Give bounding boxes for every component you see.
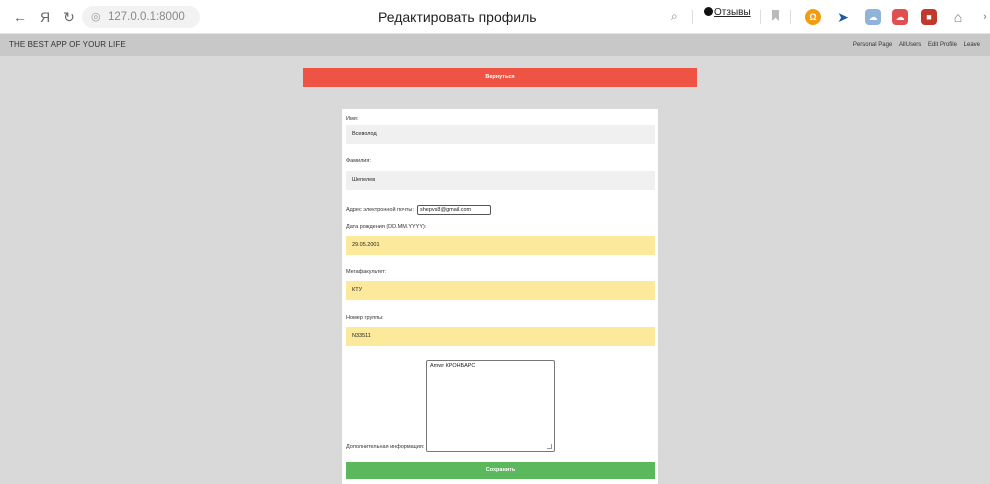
browser-toolbar: ← Я ↻ ◎ 127.0.0.1:8000 Редактировать про…: [0, 0, 990, 34]
extension-cloud-red-icon[interactable]: ☁: [892, 9, 908, 25]
additional-info-label: Дополнительная информация:: [346, 444, 425, 450]
bookmark-icon[interactable]: [772, 10, 779, 21]
url-text: 127.0.0.1:8000: [108, 11, 185, 23]
top-nav: Personal Page AllUsers Edit Profile Leav…: [848, 42, 980, 48]
brand-logo: THE BEST APP OF YOUR LIFE: [9, 40, 126, 49]
reload-icon[interactable]: ↻: [60, 8, 78, 26]
extension-orange-icon[interactable]: Ω: [805, 9, 821, 25]
back-arrow-icon[interactable]: ←: [11, 8, 29, 26]
divider: [692, 10, 693, 24]
site-info-icon[interactable]: ◎: [91, 6, 101, 28]
yandex-icon[interactable]: Я: [36, 8, 54, 26]
reviews-button[interactable]: Отзывы: [704, 7, 751, 18]
reviews-label: Отзывы: [714, 7, 751, 18]
birth-date-field[interactable]: 29.05.2001: [346, 236, 655, 255]
email-field[interactable]: shepvs8@gmail.com: [417, 205, 491, 215]
resize-handle-icon[interactable]: [547, 444, 552, 449]
extension-red-icon[interactable]: ■: [921, 9, 937, 25]
nav-edit-profile[interactable]: Edit Profile: [928, 42, 957, 48]
last-name-label: Фамилия:: [346, 158, 371, 164]
divider: [790, 10, 791, 24]
page-title: Редактировать профиль: [378, 9, 537, 25]
extension-bird-icon[interactable]: ➤: [835, 9, 851, 25]
more-icon[interactable]: ›: [977, 9, 990, 25]
search-icon[interactable]: ⌕: [671, 9, 678, 24]
group-label: Номер группы:: [346, 315, 384, 321]
extension-outline-icon[interactable]: ⌂: [950, 9, 966, 25]
last-name-field[interactable]: Шепелев: [346, 171, 655, 190]
group-field[interactable]: N33511: [346, 327, 655, 346]
email-label: Адрес электронной почты:: [346, 207, 414, 213]
save-button[interactable]: Сохранить: [346, 462, 655, 479]
edit-profile-form: Имя: Всеволод Фамилия: Шепелев Адрес эле…: [342, 109, 658, 484]
faculty-label: Мегафакультет:: [346, 269, 387, 275]
speech-bubble-icon: [704, 7, 713, 16]
divider: [760, 10, 761, 24]
address-bar[interactable]: ◎ 127.0.0.1:8000: [82, 6, 200, 28]
first-name-label: Имя:: [346, 116, 359, 122]
back-button[interactable]: Вернуться: [303, 68, 697, 87]
faculty-field[interactable]: КТУ: [346, 281, 655, 300]
nav-personal-page[interactable]: Personal Page: [853, 42, 892, 48]
additional-info-text: Amwr КРОНБАРС: [430, 363, 476, 369]
app-header: THE BEST APP OF YOUR LIFE Personal Page …: [0, 34, 990, 56]
nav-all-users[interactable]: AllUsers: [899, 42, 921, 48]
birth-date-label: Дата рождения (DD.MM.YYYY):: [346, 224, 427, 230]
additional-info-textarea[interactable]: Amwr КРОНБАРС: [426, 360, 555, 452]
first-name-field[interactable]: Всеволод: [346, 125, 655, 144]
extension-cloud-icon[interactable]: ☁: [865, 9, 881, 25]
nav-leave[interactable]: Leave: [964, 42, 980, 48]
